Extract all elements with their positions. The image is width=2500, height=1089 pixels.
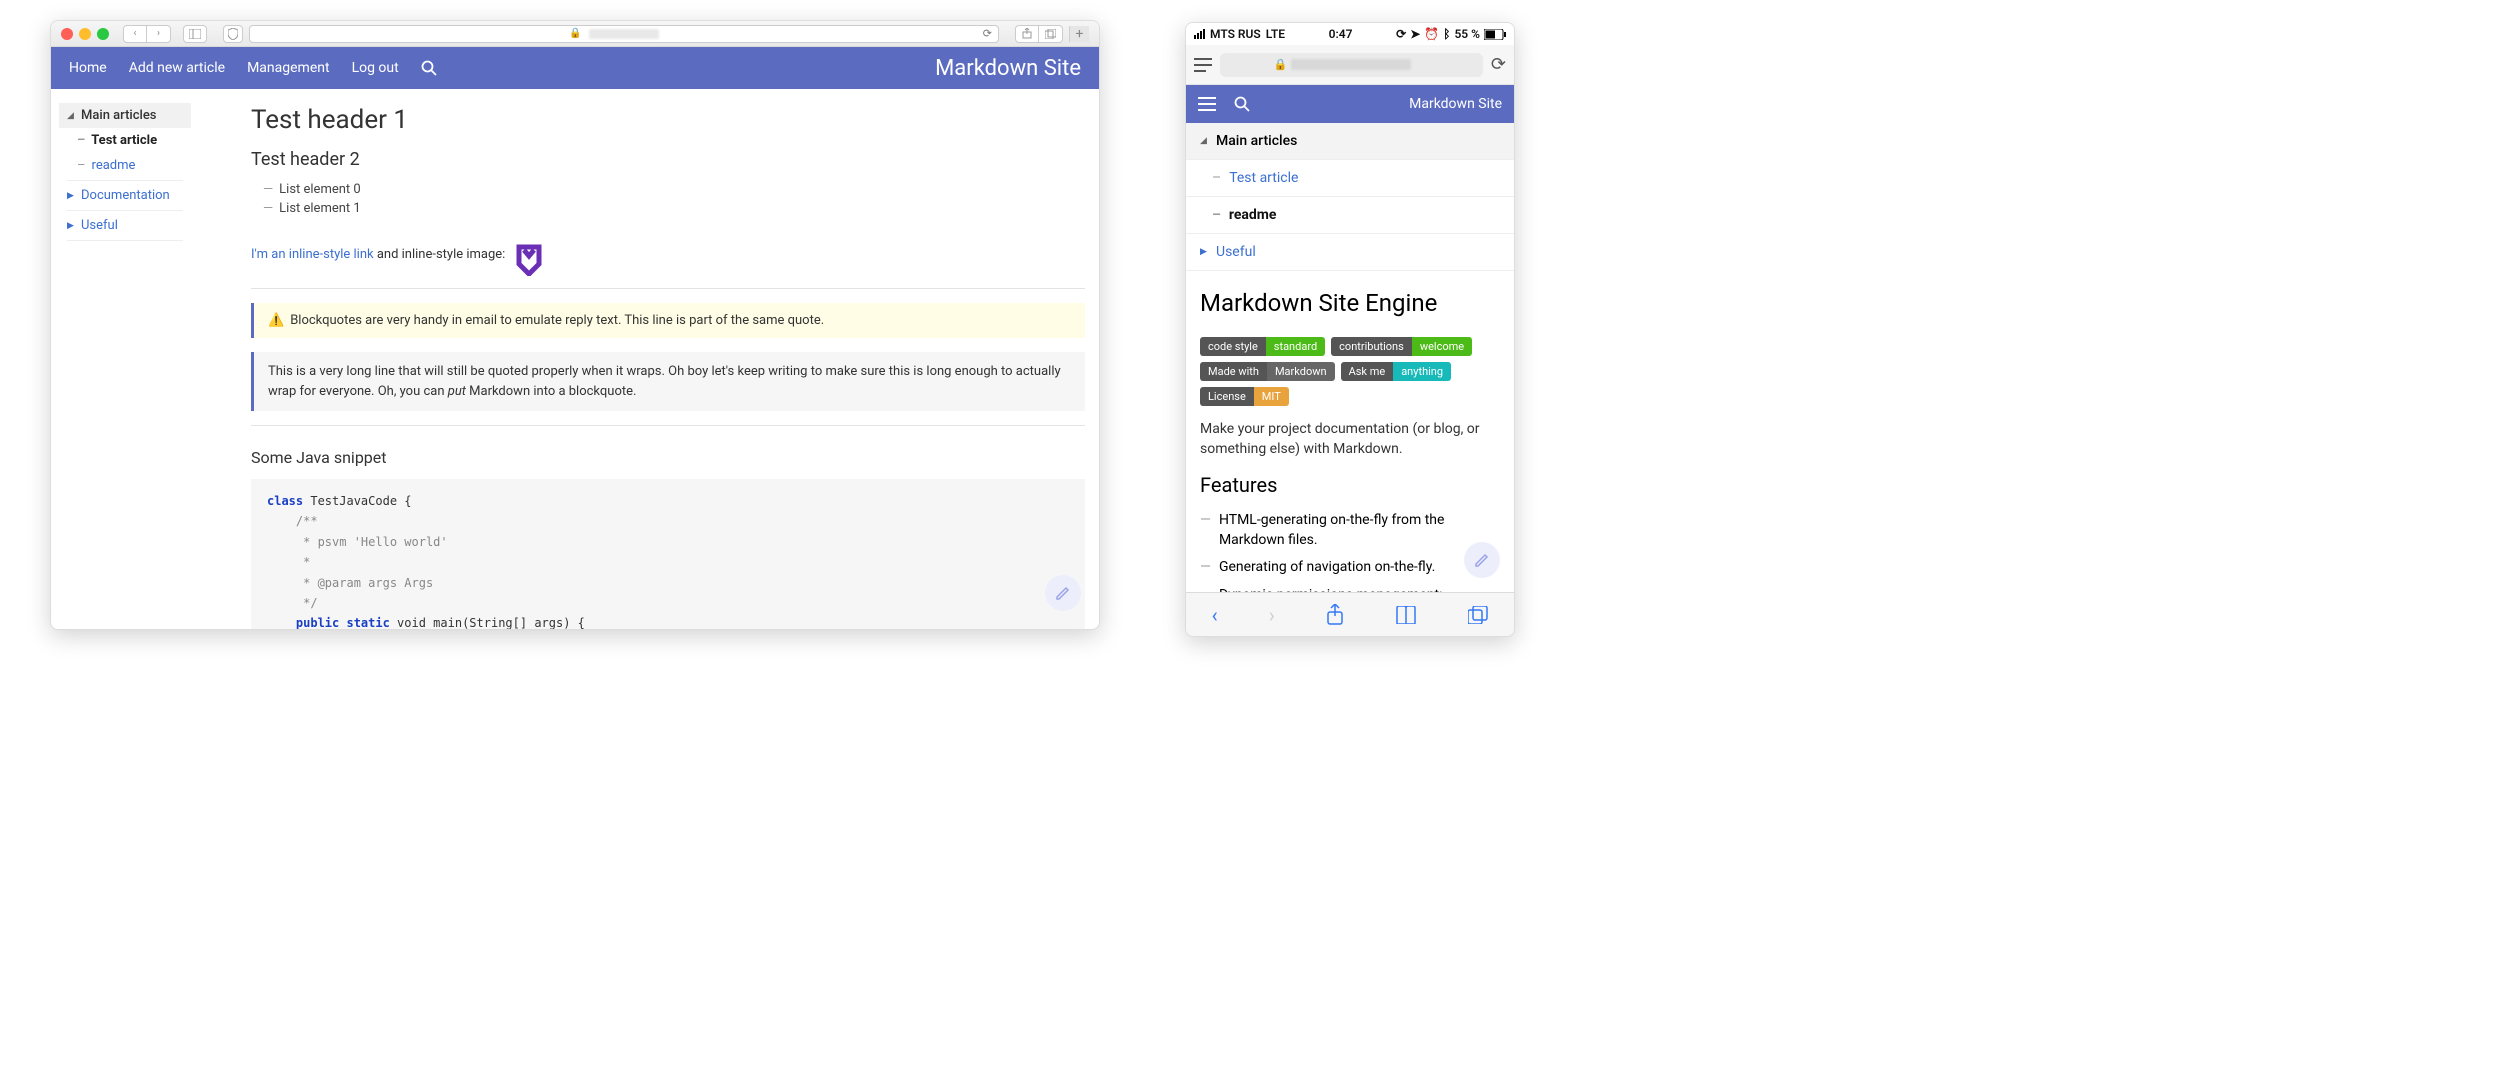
mobile-nav-readme[interactable]: –readme [1186,197,1514,234]
share-button[interactable] [1326,604,1344,626]
badge-made-with: Made withMarkdown [1200,362,1335,381]
mobile-browser-window: MTS RUS LTE 0:47 ⟳ ➤ ⏰ ᛒ 55 % 🔒 ⟳ [1185,22,1515,637]
caret-down-icon: ◢ [1200,136,1210,146]
list-item: —HTML-generating on-the-fly from the Mar… [1200,507,1500,554]
sidebar-item-test-article[interactable]: –Test article [59,128,191,153]
badge-code-style: code stylestandard [1200,337,1325,356]
sidebar-toggle-button[interactable] [183,25,207,43]
share-button[interactable] [1015,25,1039,43]
mobile-address-bar[interactable]: 🔒 [1220,53,1483,77]
inline-link[interactable]: I'm an inline-style link [251,247,374,262]
nav-home[interactable]: Home [69,60,107,76]
network-label: LTE [1266,27,1285,41]
mobile-status-bar: MTS RUS LTE 0:47 ⟳ ➤ ⏰ ᛒ 55 % [1186,23,1514,45]
badge-license: LicenseMIT [1200,387,1289,406]
sidebar-item-readme[interactable]: –readme [59,153,191,178]
caret-right-icon: ▶ [67,221,77,231]
edit-fab-button[interactable] [1464,542,1500,578]
browser-forward-button[interactable]: › [1269,603,1275,627]
lock-icon: 🔒 [1273,58,1287,71]
blockquote-warning: ⚠️Blockquotes are very handy in email to… [251,303,1085,338]
nav-management[interactable]: Management [247,60,329,76]
mobile-bottom-toolbar: ‹ › [1186,592,1514,636]
minimize-window-button[interactable] [79,28,91,40]
sidebar: ◢Main articles –Test article –readme ▶Do… [51,89,191,629]
article-content: Test header 1 Test header 2 —List elemen… [191,89,1099,629]
bluetooth-icon: ᛒ [1443,27,1450,41]
content-list: —List element 0 —List element 1 [263,180,1085,218]
browser-back-button[interactable]: ‹ [123,25,147,43]
badges-row: code stylestandard contributionswelcome … [1200,337,1500,406]
hamburger-menu-icon[interactable] [1198,97,1216,111]
tabs-button[interactable] [1468,606,1488,624]
mobile-nav-test-article[interactable]: –Test article [1186,160,1514,197]
mac-titlebar: ‹ › 🔒 ⟳ + [51,21,1099,47]
battery-percent: 55 % [1454,27,1480,41]
blockquote: This is a very long line that will still… [251,352,1085,411]
browser-back-button[interactable]: ‹ [1212,603,1218,627]
desktop-browser-window: ‹ › 🔒 ⟳ + Home [50,20,1100,630]
sidebar-main-articles[interactable]: ◢Main articles [59,103,191,128]
heading-2: Test header 2 [251,149,1085,170]
site-title: Markdown Site [1409,96,1502,112]
badge-contributions: contributionswelcome [1331,337,1472,356]
search-icon[interactable] [1234,96,1250,112]
close-window-button[interactable] [61,28,73,40]
alarm-icon: ⏰ [1424,27,1439,41]
reload-icon[interactable]: ⟳ [1491,54,1506,75]
battery-icon [1484,29,1506,40]
privacy-shield-button[interactable] [223,25,243,43]
mobile-address-bar-row: 🔒 ⟳ [1186,45,1514,85]
sidebar-item-documentation[interactable]: ▶Documentation [59,183,191,208]
search-icon[interactable] [421,60,437,76]
location-icon: ➤ [1410,27,1420,41]
list-item: —List element 1 [263,199,1085,218]
nav-add-article[interactable]: Add new article [129,60,225,76]
reader-view-icon[interactable] [1194,58,1212,72]
fullscreen-window-button[interactable] [97,28,109,40]
warning-icon: ⚠️ [268,313,284,328]
inline-image-logo [515,244,543,276]
status-time: 0:47 [1285,27,1396,41]
carrier-label: MTS RUS [1210,27,1261,41]
list-item: —Generating of navigation on-the-fly. [1200,554,1500,582]
sidebar-item-useful[interactable]: ▶Useful [59,213,191,238]
mobile-nav-main-articles[interactable]: ◢Main articles [1186,123,1514,160]
heading-1: Test header 1 [251,105,1085,135]
lock-icon: 🔒 [569,28,581,39]
heading-features: Features [1200,473,1500,497]
heading-3: Some Java snippet [251,448,1085,467]
caret-right-icon: ▶ [67,191,77,201]
site-title: Markdown Site [935,56,1081,81]
bookmarks-button[interactable] [1395,606,1417,624]
mobile-app-bar: Markdown Site [1186,85,1514,123]
browser-forward-button[interactable]: › [147,25,171,43]
divider [251,425,1085,426]
new-tab-button[interactable]: + [1069,26,1089,42]
mobile-nav-useful[interactable]: ▶Useful [1186,234,1514,271]
nav-logout[interactable]: Log out [352,60,399,76]
address-bar[interactable]: 🔒 ⟳ [249,25,999,43]
badge-ask-me: Ask meanything [1341,362,1452,381]
url-blurred [1291,59,1411,70]
site-header: Home Add new article Management Log out … [51,47,1099,89]
heading-1: Markdown Site Engine [1200,289,1500,317]
code-block: class TestJavaCode { /** * psvm 'Hello w… [251,479,1085,629]
signal-icon [1194,29,1205,39]
divider [251,288,1085,289]
list-item: —List element 0 [263,180,1085,199]
caret-down-icon: ◢ [67,111,77,121]
tabs-button[interactable] [1039,25,1063,43]
mobile-nav-list: ◢Main articles –Test article –readme ▶Us… [1186,123,1514,271]
edit-fab-button[interactable] [1045,575,1081,611]
orientation-lock-icon: ⟳ [1396,27,1406,41]
caret-right-icon: ▶ [1200,247,1210,257]
url-blurred [589,29,659,39]
link-paragraph: I'm an inline-style link and inline-styl… [251,244,1085,276]
reload-icon[interactable]: ⟳ [983,27,992,40]
intro-paragraph: Make your project documentation (or blog… [1200,420,1500,459]
